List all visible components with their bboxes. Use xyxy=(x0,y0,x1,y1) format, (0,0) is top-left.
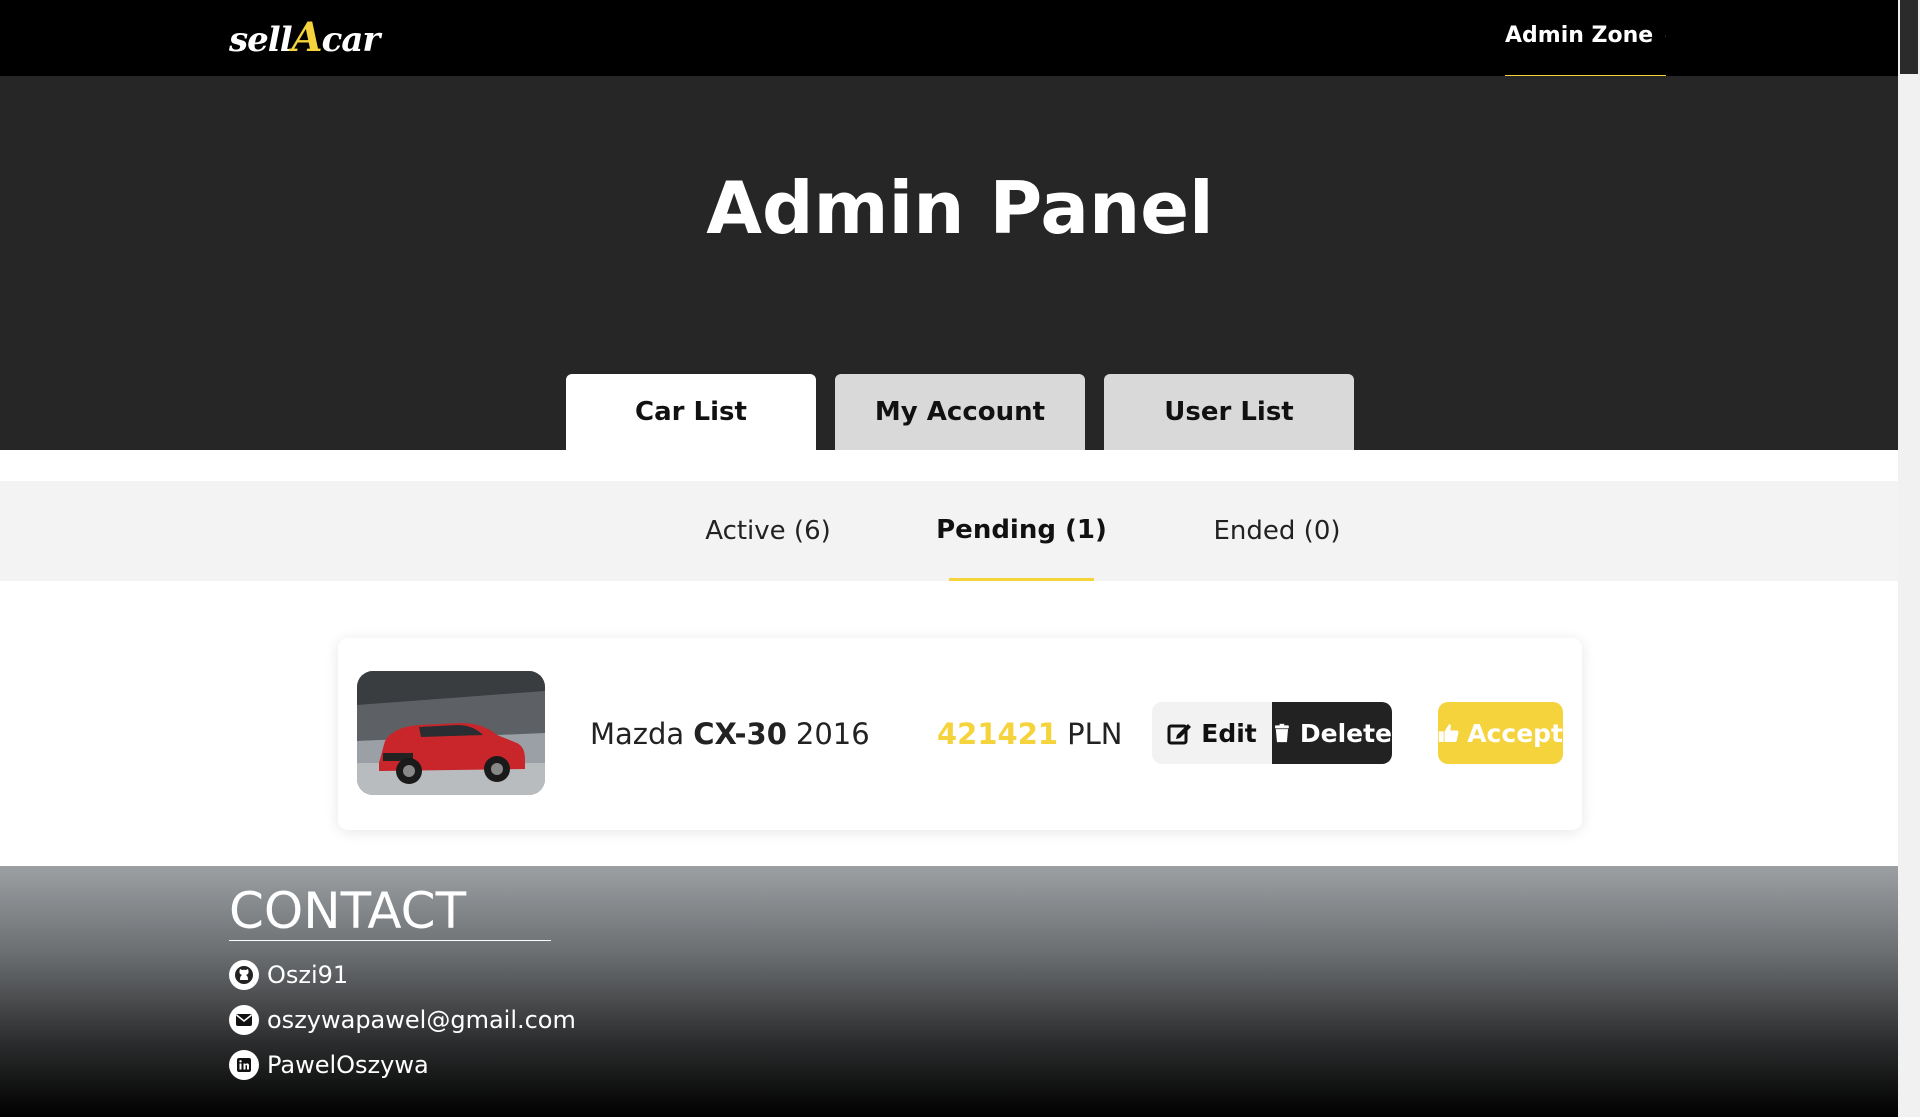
subtab-ended[interactable]: Ended (0) xyxy=(1214,481,1341,581)
top-navbar: sellAcar Admin Zone xyxy=(0,0,1898,78)
thumbs-up-icon xyxy=(1438,724,1459,742)
linkedin-link[interactable]: PawelOszywa xyxy=(229,1050,429,1080)
car-thumbnail[interactable] xyxy=(357,671,545,795)
linkedin-icon xyxy=(229,1050,259,1080)
subtab-pending[interactable]: Pending (1) xyxy=(936,481,1107,581)
tab-my-account[interactable]: My Account xyxy=(835,374,1085,450)
envelope-icon xyxy=(229,1005,259,1035)
logo-suffix: car xyxy=(321,20,381,60)
delete-label: Delete xyxy=(1299,718,1392,748)
delete-button[interactable]: Delete xyxy=(1272,702,1392,764)
logo-accent: A xyxy=(291,14,323,61)
email-address: oszywapawel@gmail.com xyxy=(267,1006,576,1034)
footer: CONTACT Oszi91 oszywapawel@gmail.com Paw… xyxy=(0,866,1898,1117)
car-list-item: Mazda CX-30 2016 421421 PLN Edit Delete … xyxy=(338,638,1582,830)
contact-heading: CONTACT xyxy=(229,882,551,941)
car-year: 2016 xyxy=(795,717,870,751)
edit-label: Edit xyxy=(1201,718,1257,748)
car-title: Mazda CX-30 2016 xyxy=(590,638,870,830)
admin-zone-link[interactable]: Admin Zone xyxy=(1505,0,1666,78)
scrollbar-thumb[interactable] xyxy=(1900,0,1918,74)
car-photo-icon xyxy=(357,671,545,795)
email-link[interactable]: oszywapawel@gmail.com xyxy=(229,1005,576,1035)
site-logo[interactable]: sellAcar xyxy=(229,14,381,61)
edit-icon xyxy=(1167,724,1192,745)
subtab-active[interactable]: Active (6) xyxy=(705,481,831,581)
linkedin-username: PawelOszywa xyxy=(267,1051,429,1079)
accept-label: Accept xyxy=(1467,718,1563,748)
car-price-currency: PLN xyxy=(1067,717,1123,751)
github-username: Oszi91 xyxy=(267,961,349,989)
car-model: CX-30 xyxy=(693,717,787,751)
car-price-value: 421421 xyxy=(937,717,1059,751)
tab-user-list[interactable]: User List xyxy=(1104,374,1354,450)
status-subtabs: Active (6) Pending (1) Ended (0) xyxy=(0,481,1898,581)
logo-prefix: sell xyxy=(229,20,293,60)
user-icon xyxy=(1665,35,1666,36)
accept-button[interactable]: Accept xyxy=(1438,702,1563,764)
github-icon xyxy=(229,960,259,990)
trash-icon xyxy=(1275,723,1289,743)
admin-zone-label: Admin Zone xyxy=(1505,23,1654,48)
car-make: Mazda xyxy=(590,717,685,751)
edit-button[interactable]: Edit xyxy=(1152,702,1272,764)
github-link[interactable]: Oszi91 xyxy=(229,960,348,990)
page-title: Admin Panel xyxy=(706,166,1214,250)
tab-car-list[interactable]: Car List xyxy=(566,374,816,450)
car-price: 421421 PLN xyxy=(937,638,1122,830)
